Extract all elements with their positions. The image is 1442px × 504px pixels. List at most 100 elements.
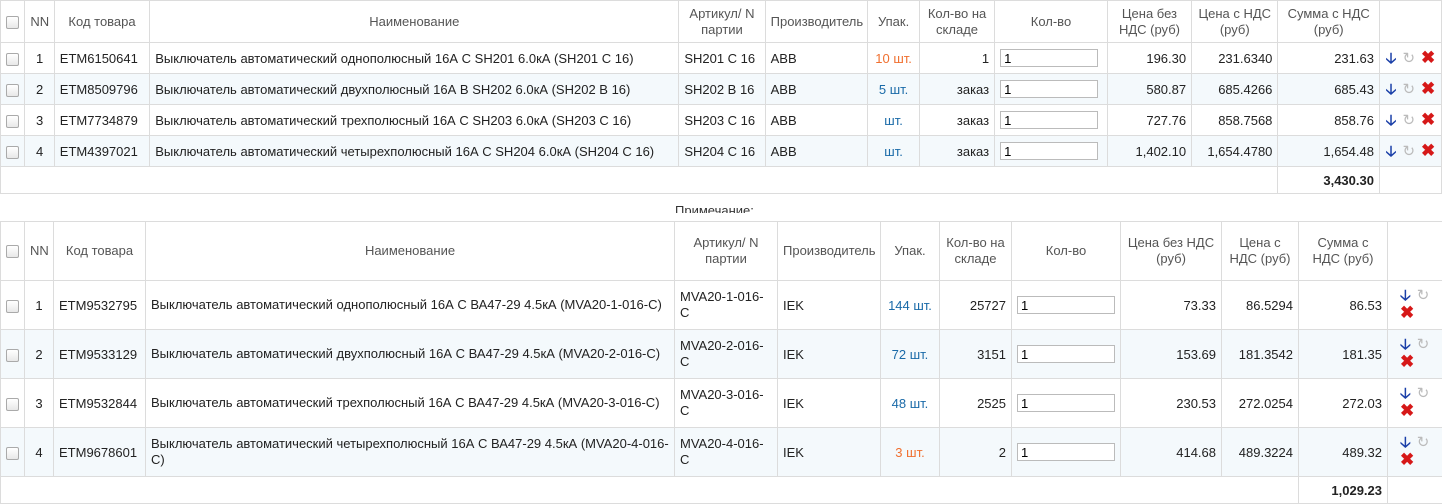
price-net: 230.53 bbox=[1120, 378, 1222, 428]
table-row: 1 ETM9532795 Выключатель автоматический од… bbox=[0, 280, 1442, 330]
manufacturer: ABB bbox=[764, 42, 869, 74]
select-all-cell[interactable] bbox=[0, 221, 25, 281]
price-vat: 858.7568 bbox=[1191, 104, 1279, 136]
table-row: 4 ETM4397021 Выключатель автоматический че… bbox=[0, 135, 1442, 167]
row-select-cell[interactable] bbox=[0, 378, 25, 428]
quantity-input[interactable] bbox=[1017, 345, 1115, 363]
col-article: Артикул/ N партии bbox=[674, 221, 778, 281]
quantity-input[interactable] bbox=[1000, 111, 1099, 129]
row-actions: 🡣 ↻ ✖ bbox=[1387, 329, 1442, 379]
select-all-cell[interactable] bbox=[0, 0, 26, 43]
row-checkbox[interactable] bbox=[6, 299, 19, 313]
product-name: Выключатель автоматический двухполюсный … bbox=[145, 329, 675, 379]
article: MVA20-1-016-C bbox=[674, 280, 778, 330]
refresh-icon[interactable]: ↻ bbox=[1402, 51, 1415, 66]
row-checkbox[interactable] bbox=[6, 114, 20, 128]
price-vat: 181.3542 bbox=[1221, 329, 1299, 379]
row-checkbox[interactable] bbox=[6, 348, 19, 362]
row-checkbox[interactable] bbox=[6, 83, 20, 97]
row-nn: 2 bbox=[24, 73, 55, 105]
refresh-icon[interactable]: ↻ bbox=[1402, 82, 1415, 97]
col-maker: Производитель bbox=[764, 0, 869, 43]
delete-x-icon[interactable]: ✖ bbox=[1400, 402, 1414, 419]
delete-x-icon[interactable]: ✖ bbox=[1421, 111, 1435, 128]
quantity-input[interactable] bbox=[1017, 443, 1115, 461]
refresh-icon[interactable]: ↻ bbox=[1417, 435, 1430, 450]
table-row: 3 ETM9532844 Выключатель автоматический тр… bbox=[0, 378, 1442, 428]
row-select-cell[interactable] bbox=[0, 42, 26, 74]
quantity-input[interactable] bbox=[1017, 394, 1115, 412]
manufacturer: IEK bbox=[777, 427, 881, 477]
pack-size: шт. bbox=[867, 135, 920, 167]
quantity-input[interactable] bbox=[1000, 80, 1099, 98]
quantity-input[interactable] bbox=[1000, 49, 1099, 67]
table-row: 3 ETM7734879 Выключатель автоматический тр… bbox=[0, 104, 1442, 136]
refresh-icon[interactable]: ↻ bbox=[1402, 144, 1415, 159]
total-spacer bbox=[0, 476, 1299, 504]
row-actions: 🡣 ↻ ✖ bbox=[1378, 104, 1442, 136]
arrow-down-icon[interactable]: 🡣 bbox=[1400, 337, 1411, 352]
price-vat: 685.4266 bbox=[1191, 73, 1279, 105]
manufacturer: IEK bbox=[777, 329, 881, 379]
row-checkbox[interactable] bbox=[6, 446, 19, 460]
arrow-down-icon[interactable]: 🡣 bbox=[1386, 82, 1397, 97]
refresh-icon[interactable]: ↻ bbox=[1402, 113, 1415, 128]
delete-x-icon[interactable]: ✖ bbox=[1400, 304, 1414, 321]
col-maker: Производитель bbox=[777, 221, 881, 281]
arrow-down-icon[interactable]: 🡣 bbox=[1386, 113, 1397, 128]
select-all-checkbox[interactable] bbox=[6, 245, 19, 259]
delete-x-icon[interactable]: ✖ bbox=[1421, 80, 1435, 97]
select-all-checkbox[interactable] bbox=[6, 15, 20, 29]
arrow-down-icon[interactable]: 🡣 bbox=[1386, 51, 1397, 66]
refresh-icon[interactable]: ↻ bbox=[1417, 386, 1430, 401]
qty-cell bbox=[994, 73, 1108, 105]
stock-qty: 2 bbox=[939, 427, 1012, 477]
arrow-down-icon[interactable]: 🡣 bbox=[1400, 288, 1411, 303]
delete-x-icon[interactable]: ✖ bbox=[1421, 49, 1435, 66]
delete-x-icon[interactable]: ✖ bbox=[1400, 451, 1414, 468]
refresh-icon[interactable]: ↻ bbox=[1417, 288, 1430, 303]
qty-cell bbox=[994, 104, 1108, 136]
quantity-input[interactable] bbox=[1017, 296, 1115, 314]
row-select-cell[interactable] bbox=[0, 427, 25, 477]
col-stock: Кол-во на складе bbox=[939, 221, 1012, 281]
col-name: Наименование bbox=[145, 221, 675, 281]
qty-cell bbox=[1011, 280, 1121, 330]
product-code: ETM9532844 bbox=[53, 378, 146, 428]
row-select-cell[interactable] bbox=[0, 104, 26, 136]
article: SH201 C 16 bbox=[678, 42, 766, 74]
delete-x-icon[interactable]: ✖ bbox=[1421, 142, 1435, 159]
qty-cell bbox=[1011, 329, 1121, 379]
row-select-cell[interactable] bbox=[0, 135, 26, 167]
row-select-cell[interactable] bbox=[0, 280, 25, 330]
total-spacer bbox=[0, 166, 1279, 194]
row-select-cell[interactable] bbox=[0, 73, 26, 105]
arrow-down-icon[interactable]: 🡣 bbox=[1400, 435, 1411, 450]
row-checkbox[interactable] bbox=[6, 52, 20, 66]
total-row: 1,029.23 bbox=[0, 476, 1442, 504]
article: MVA20-3-016-C bbox=[674, 378, 778, 428]
row-actions: 🡣 ↻ ✖ bbox=[1378, 73, 1442, 105]
product-code: ETM8509796 bbox=[53, 73, 151, 105]
arrow-down-icon[interactable]: 🡣 bbox=[1400, 386, 1411, 401]
row-select-cell[interactable] bbox=[0, 329, 25, 379]
table-row: 1 ETM6150641 Выключатель автоматический од… bbox=[0, 42, 1442, 74]
total-row: 3,430.30 bbox=[0, 166, 1442, 194]
price-vat: 86.5294 bbox=[1221, 280, 1299, 330]
quantity-input[interactable] bbox=[1000, 142, 1099, 160]
price-vat: 489.3224 bbox=[1221, 427, 1299, 477]
price-vat: 272.0254 bbox=[1221, 378, 1299, 428]
order-total: 1,029.23 bbox=[1298, 476, 1388, 504]
manufacturer: ABB bbox=[764, 73, 869, 105]
col-sum-vat: Сумма с НДС (руб) bbox=[1277, 0, 1380, 43]
sum-vat: 86.53 bbox=[1298, 280, 1388, 330]
stock-qty: 2525 bbox=[939, 378, 1012, 428]
row-checkbox[interactable] bbox=[6, 145, 20, 159]
arrow-down-icon[interactable]: 🡣 bbox=[1386, 144, 1397, 159]
pack-size: 10 шт. bbox=[867, 42, 920, 74]
row-checkbox[interactable] bbox=[6, 397, 19, 411]
refresh-icon[interactable]: ↻ bbox=[1417, 337, 1430, 352]
row-nn: 1 bbox=[24, 280, 54, 330]
delete-x-icon[interactable]: ✖ bbox=[1400, 353, 1414, 370]
product-name: Выключатель автоматический однополюсный … bbox=[145, 280, 675, 330]
